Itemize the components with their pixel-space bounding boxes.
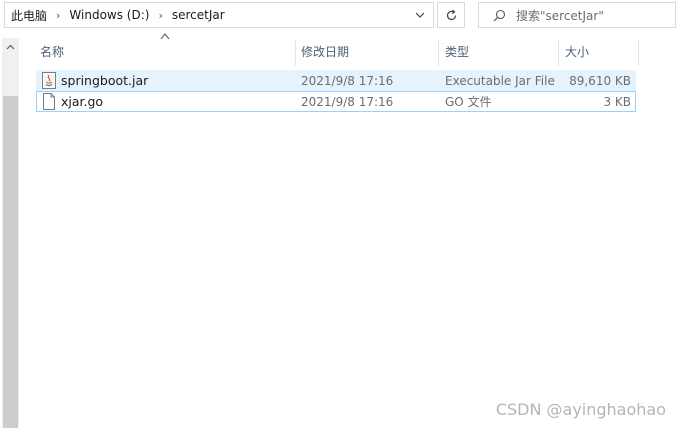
breadcrumb-this-pc[interactable]: 此电脑 [11,7,47,24]
search-input[interactable]: 搜索"sercetJar" [478,2,676,28]
refresh-icon [446,9,456,20]
chevron-down-icon [415,12,425,18]
refresh-button[interactable] [437,2,465,28]
toolbar: 此电脑 › Windows (D:) › sercetJar 搜索"sercet… [0,0,680,31]
column-divider[interactable] [438,40,439,66]
file-row[interactable]: xjar.go 2021/9/8 17:16 GO 文件 3 KB [36,91,636,112]
watermark: CSDN @ayinghaohao [495,400,666,419]
vertical-scrollbar[interactable] [2,38,19,428]
column-divider[interactable] [558,40,559,66]
chevron-right-icon[interactable]: › [158,9,162,22]
chevron-right-icon[interactable]: › [56,9,60,22]
file-name: springboot.jar [61,73,149,88]
file-date: 2021/9/8 17:16 [301,73,394,88]
scroll-up-button[interactable] [2,38,19,55]
file-size: 89,610 KB [569,73,631,88]
column-header-type[interactable]: 类型 [445,38,469,64]
document-file-icon [43,93,55,110]
column-header-size[interactable]: 大小 [565,38,589,64]
search-placeholder: 搜索"sercetJar" [516,8,604,23]
address-history-button[interactable] [406,3,433,27]
file-type: Executable Jar File [445,73,555,88]
file-name: xjar.go [61,94,104,109]
file-row[interactable]: springboot.jar 2021/9/8 17:16 Executable… [36,70,636,91]
column-header-date[interactable]: 修改日期 [301,38,349,64]
column-header-row: 名称 修改日期 类型 大小 [30,33,680,66]
file-date: 2021/9/8 17:16 [301,94,394,109]
chevron-up-icon [6,44,15,49]
file-size: 3 KB [603,94,631,109]
column-header-name[interactable]: 名称 [40,38,64,64]
file-type: GO 文件 [445,95,492,109]
column-divider[interactable] [295,40,296,66]
search-icon [493,9,506,21]
file-list: springboot.jar 2021/9/8 17:16 Executable… [36,70,636,112]
breadcrumb-folder[interactable]: sercetJar [172,8,225,22]
column-divider[interactable] [638,40,639,66]
scrollbar-thumb[interactable] [3,96,18,428]
breadcrumb-drive-d[interactable]: Windows (D:) [69,8,149,22]
sort-ascending-icon [160,33,170,40]
address-bar[interactable]: 此电脑 › Windows (D:) › sercetJar [4,2,434,28]
jar-file-icon [42,72,56,89]
